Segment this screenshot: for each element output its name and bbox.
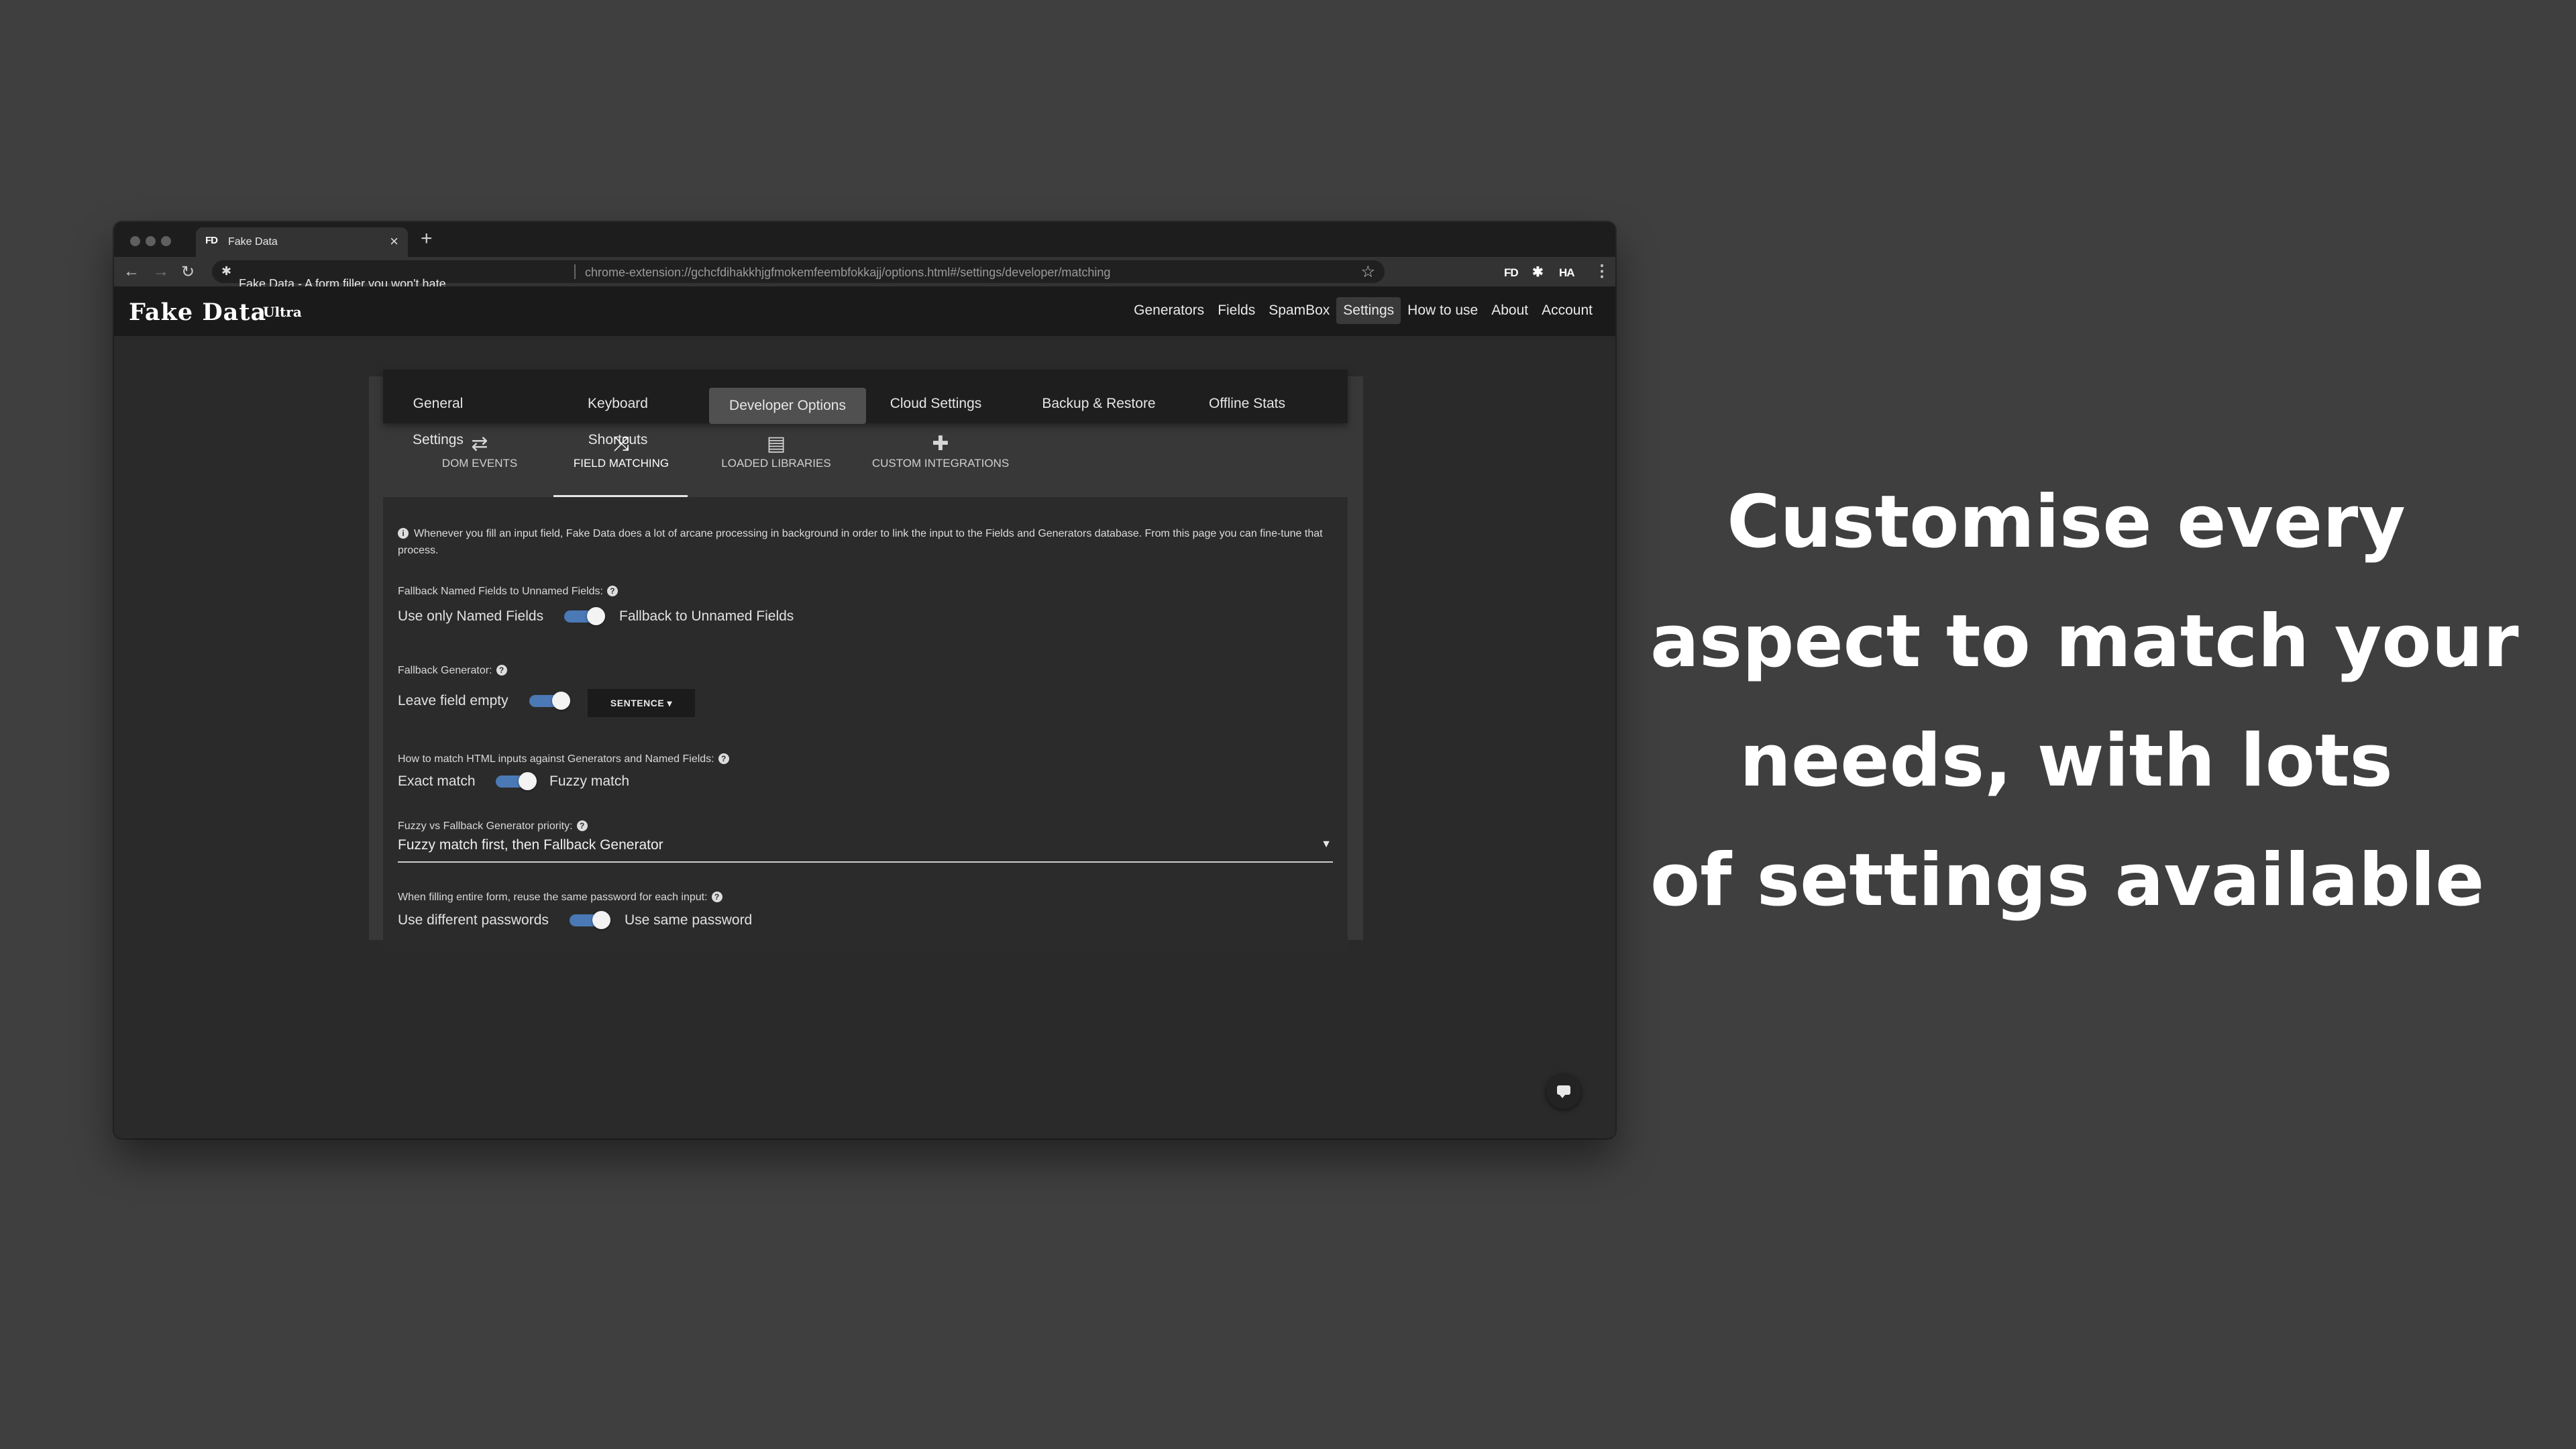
subtab-custom-integrations[interactable]: ✚ CUSTOM INTEGRATIONS bbox=[863, 431, 1018, 470]
fallback-named-off-label: Use only Named Fields bbox=[398, 608, 544, 624]
browser-tab[interactable]: FD Fake Data × bbox=[196, 227, 408, 257]
app-navbar: Fake Data Ultra Generators Fields SpamBo… bbox=[114, 286, 1615, 336]
dropdown-arrow-icon: ▼ bbox=[1321, 839, 1332, 850]
window-minimize-dot[interactable] bbox=[146, 236, 156, 246]
subtab-dom-events[interactable]: ⇄ DOM EVENTS bbox=[439, 431, 520, 470]
fallback-named-on-label: Fallback to Unnamed Fields bbox=[619, 608, 794, 624]
url-text[interactable]: chrome-extension://gchcfdihakkhjgfmokemf… bbox=[585, 266, 1110, 280]
tab-title: Fake Data bbox=[228, 236, 278, 248]
subtab-label: DOM EVENTS bbox=[441, 457, 518, 470]
fallback-generator-toggle[interactable] bbox=[529, 692, 570, 710]
password-row: Use different passwords Use same passwor… bbox=[398, 911, 752, 929]
back-icon[interactable]: ← bbox=[123, 262, 140, 281]
field-matching-panel: i Whenever you fill an input field, Fake … bbox=[383, 497, 1348, 953]
fallback-generator-label: Fallback Generator:? bbox=[398, 665, 507, 677]
menu-how-to-use[interactable]: How to use bbox=[1401, 297, 1485, 324]
browser-menu-icon[interactable]: ⋮ bbox=[1594, 262, 1610, 281]
tab-general-settings[interactable]: General Settings bbox=[398, 386, 478, 447]
headline-line: of settings available bbox=[1650, 839, 2485, 922]
developer-subtabs: ⇄ DOM EVENTS ⤨ FIELD MATCHING ▤ LOADED L… bbox=[383, 431, 1348, 498]
password-on-label: Use same password bbox=[625, 912, 753, 928]
main-menu: Generators Fields SpamBox Settings How t… bbox=[1127, 297, 1599, 324]
tab-offline-stats[interactable]: Offline Stats bbox=[1207, 386, 1287, 422]
match-mode-on-label: Fuzzy match bbox=[549, 773, 630, 789]
fallback-generator-row: Leave field empty bbox=[398, 692, 570, 710]
headline-line: needs, with lots bbox=[1739, 719, 2393, 803]
tab-favicon-icon: FD bbox=[205, 235, 218, 246]
tab-keyboard-shortcuts[interactable]: Keyboard Shortcuts bbox=[557, 386, 678, 447]
help-icon[interactable]: ? bbox=[496, 665, 507, 676]
address-toolbar: ← → ↻ ✱ Fake Data - A form filler you wo… bbox=[114, 257, 1615, 290]
window-close-dot[interactable] bbox=[130, 236, 140, 246]
fallback-named-toggle[interactable] bbox=[564, 607, 605, 625]
generator-dropdown[interactable]: SENTENCE ▾ bbox=[588, 689, 695, 717]
fallback-named-row: Use only Named Fields Fallback to Unname… bbox=[398, 607, 794, 625]
headline-line: Customise every bbox=[1727, 480, 2406, 564]
address-divider bbox=[574, 264, 576, 279]
exchange-arrows-icon: ⇄ bbox=[471, 433, 488, 455]
match-mode-toggle[interactable] bbox=[496, 772, 537, 790]
menu-about[interactable]: About bbox=[1485, 297, 1535, 324]
subtab-label: FIELD MATCHING bbox=[573, 457, 669, 470]
help-icon[interactable]: ? bbox=[718, 753, 729, 764]
password-label: When filling entire form, reuse the same… bbox=[398, 892, 722, 904]
menu-settings[interactable]: Settings bbox=[1336, 297, 1401, 324]
password-off-label: Use different passwords bbox=[398, 912, 549, 928]
tab-backup-restore[interactable]: Backup & Restore bbox=[1040, 386, 1157, 422]
help-icon[interactable]: ? bbox=[606, 586, 618, 596]
headline-line: aspect to match your bbox=[1650, 600, 2519, 684]
browser-window: FD Fake Data × + ← → ↻ ✱ Fake Data - A f… bbox=[114, 222, 1615, 1138]
bookmark-star-icon[interactable]: ☆ bbox=[1360, 262, 1375, 282]
menu-account[interactable]: Account bbox=[1535, 297, 1599, 324]
tab-developer-options[interactable]: Developer Options bbox=[709, 388, 866, 424]
help-icon[interactable]: ? bbox=[711, 892, 722, 902]
menu-fields[interactable]: Fields bbox=[1211, 297, 1262, 324]
address-bar[interactable]: ✱ Fake Data - A form filler you won't ha… bbox=[212, 260, 1385, 290]
extension-icon: ✱ bbox=[221, 264, 232, 278]
priority-value: Fuzzy match first, then Fallback Generat… bbox=[398, 837, 663, 853]
marketing-headline: Customise every aspect to match your nee… bbox=[1650, 463, 2519, 941]
priority-label: Fuzzy vs Fallback Generator priority:? bbox=[398, 820, 588, 833]
app-logo-suffix: Ultra bbox=[263, 304, 302, 320]
subtab-label: CUSTOM INTEGRATIONS bbox=[871, 457, 1010, 470]
extensions-puzzle-icon[interactable]: ✱ bbox=[1532, 264, 1544, 280]
menu-spambox[interactable]: SpamBox bbox=[1262, 297, 1336, 324]
extension-page: Fake Data Ultra Generators Fields SpamBo… bbox=[114, 286, 1615, 1138]
profile-avatar[interactable]: HA bbox=[1559, 266, 1575, 280]
tab-close-icon[interactable]: × bbox=[390, 233, 398, 250]
fallback-generator-off-label: Leave field empty bbox=[398, 693, 508, 708]
match-mode-row: Exact match Fuzzy match bbox=[398, 772, 629, 790]
subtab-label: LOADED LIBRARIES bbox=[721, 457, 831, 470]
window-maximize-dot[interactable] bbox=[161, 236, 171, 246]
fake-data-extension-icon[interactable]: FD bbox=[1504, 266, 1519, 280]
tab-bar: FD Fake Data × + bbox=[114, 222, 1615, 257]
help-icon[interactable]: ? bbox=[576, 820, 588, 831]
priority-select[interactable]: Fuzzy match first, then Fallback Generat… bbox=[398, 835, 1333, 863]
code-file-icon: ▤ bbox=[766, 433, 786, 455]
chat-bubble-icon bbox=[1557, 1085, 1570, 1095]
tab-cloud-settings[interactable]: Cloud Settings bbox=[889, 386, 983, 422]
info-message: Whenever you fill an input field, Fake D… bbox=[398, 528, 1323, 556]
match-mode-off-label: Exact match bbox=[398, 773, 476, 789]
fallback-named-label: Fallback Named Fields to Unnamed Fields:… bbox=[398, 586, 618, 598]
new-tab-icon[interactable]: + bbox=[421, 227, 433, 250]
app-logo[interactable]: Fake Data bbox=[129, 299, 266, 326]
menu-generators[interactable]: Generators bbox=[1127, 297, 1211, 324]
puzzle-piece-icon: ✚ bbox=[932, 433, 949, 455]
password-toggle[interactable] bbox=[570, 911, 610, 929]
subtab-loaded-libraries[interactable]: ▤ LOADED LIBRARIES bbox=[716, 431, 837, 470]
info-icon: i bbox=[398, 528, 409, 539]
info-text: i Whenever you fill an input field, Fake … bbox=[398, 525, 1330, 559]
forward-icon[interactable]: → bbox=[153, 262, 169, 281]
match-mode-label: How to match HTML inputs against Generat… bbox=[398, 753, 729, 765]
settings-tabs: General Settings Keyboard Shortcuts Deve… bbox=[383, 370, 1348, 447]
shuffle-icon: ⤨ bbox=[613, 433, 629, 455]
chat-button[interactable] bbox=[1546, 1074, 1581, 1109]
subtab-field-matching[interactable]: ⤨ FIELD MATCHING bbox=[568, 431, 675, 470]
reload-icon[interactable]: ↻ bbox=[181, 262, 195, 282]
